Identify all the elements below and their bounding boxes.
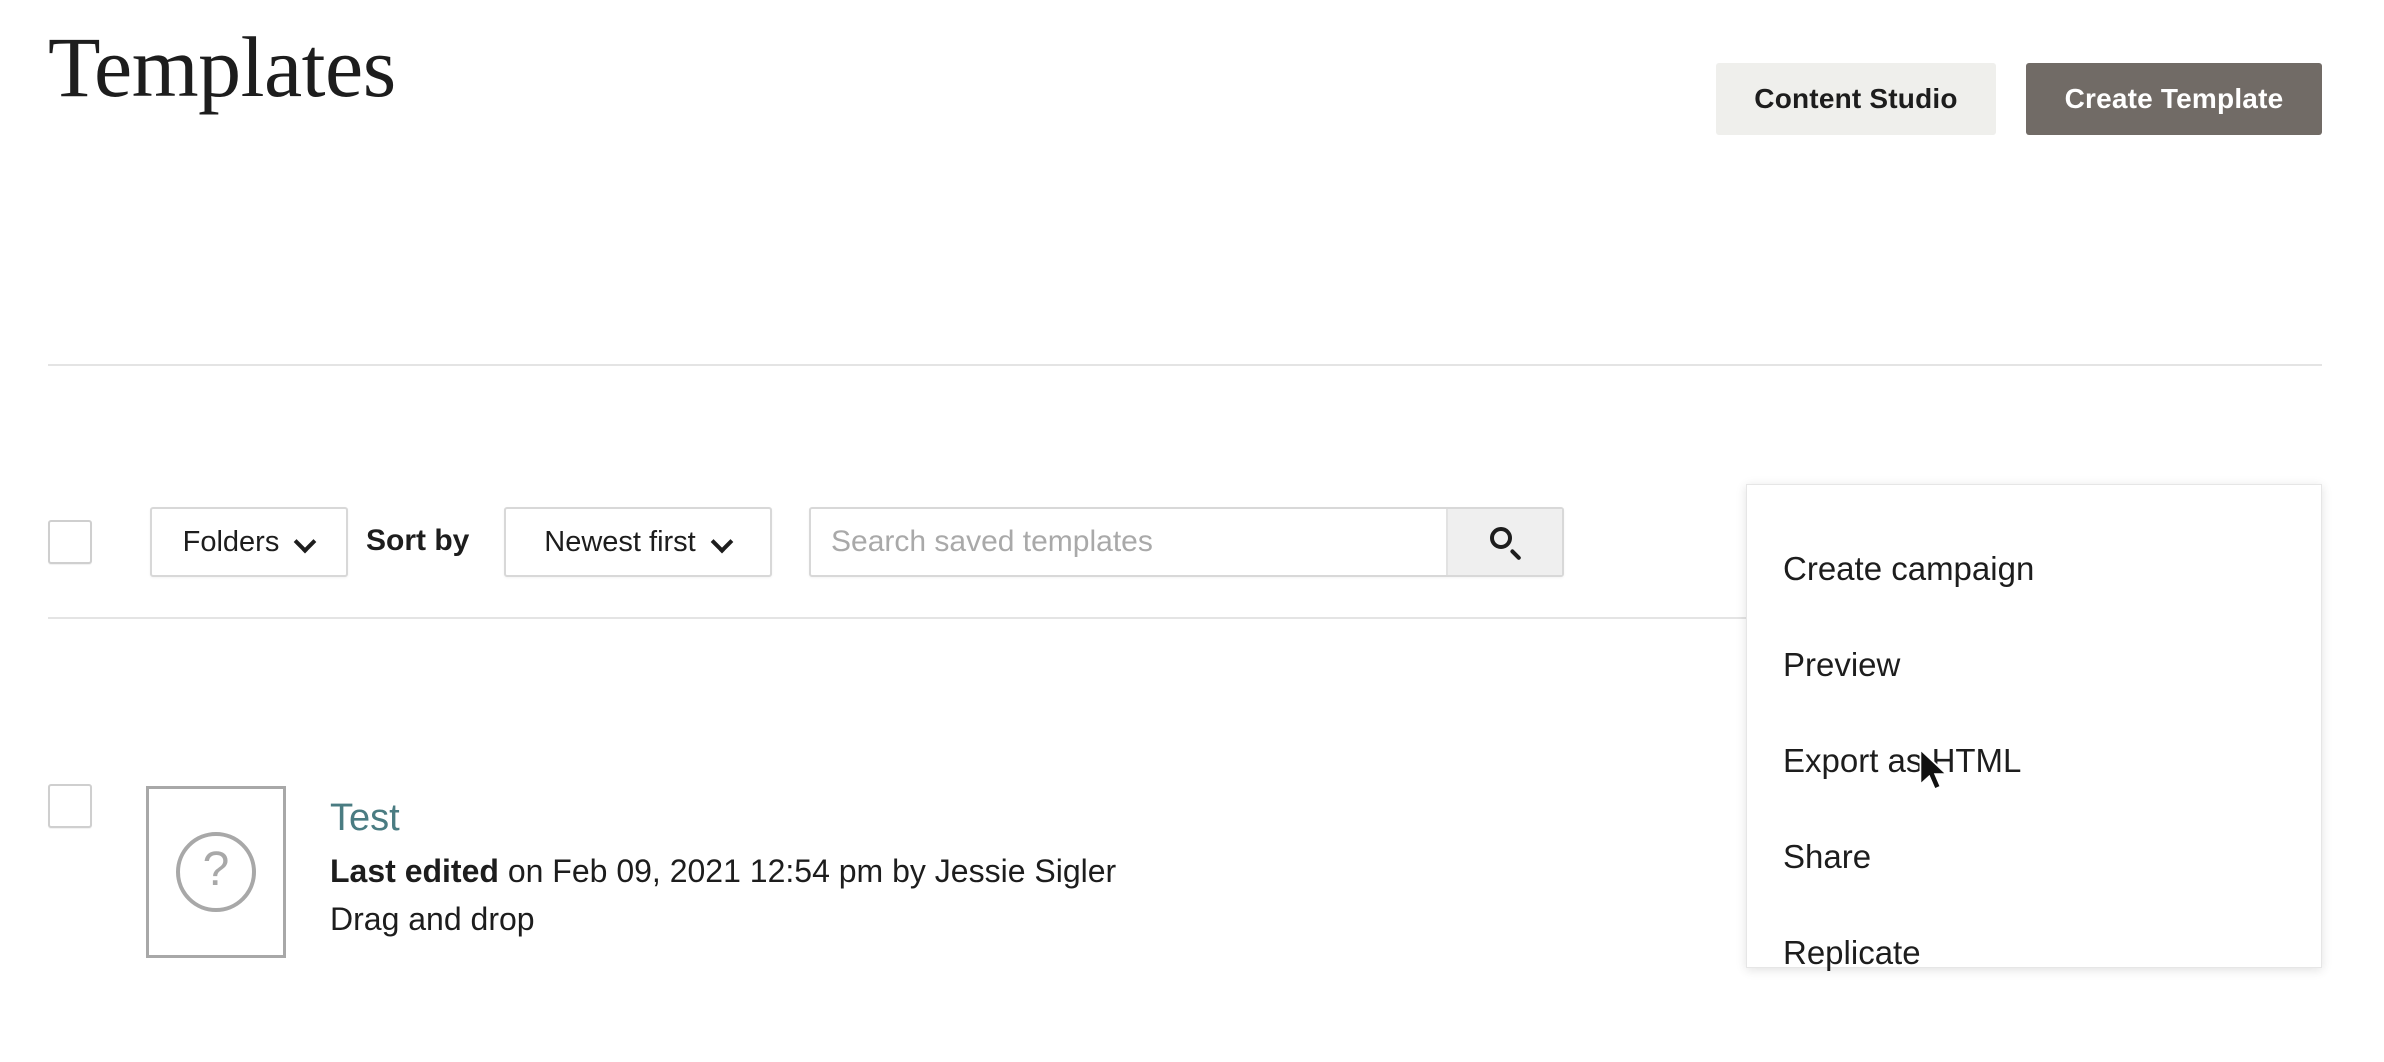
template-name-link[interactable]: Test [330, 795, 400, 843]
template-last-edited: Last edited on Feb 09, 2021 12:54 pm by … [330, 851, 1630, 893]
create-template-button[interactable]: Create Template [2026, 63, 2322, 135]
edit-dropdown-menu: Create campaign Preview Export as HTML S… [1746, 484, 2322, 971]
menu-item-replicate[interactable]: Replicate [1747, 905, 2321, 1001]
row-select-checkbox[interactable] [48, 784, 92, 828]
template-info: Test Last edited on Feb 09, 2021 12:54 p… [330, 795, 1630, 941]
content-studio-button[interactable]: Content Studio [1716, 63, 1996, 135]
menu-item-create-campaign[interactable]: Create campaign [1747, 521, 2321, 617]
menu-item-share[interactable]: Share [1747, 809, 2321, 905]
template-type: Drag and drop [330, 901, 535, 938]
divider-top [48, 364, 2322, 366]
question-mark-placeholder-icon: ? [176, 832, 256, 912]
last-edited-detail: on Feb 09, 2021 12:54 pm by Jessie Sigle… [498, 852, 1117, 889]
template-thumbnail[interactable]: ? [146, 786, 286, 958]
page-title: Templates [48, 19, 396, 115]
menu-item-export-as-html[interactable]: Export as HTML [1747, 713, 2321, 809]
page-header: Templates Content Studio Create Template [0, 0, 2384, 200]
menu-item-preview[interactable]: Preview [1747, 617, 2321, 713]
toolbar: Folders Sort by Newest first [0, 252, 2384, 577]
last-edited-label: Last edited [330, 852, 499, 889]
